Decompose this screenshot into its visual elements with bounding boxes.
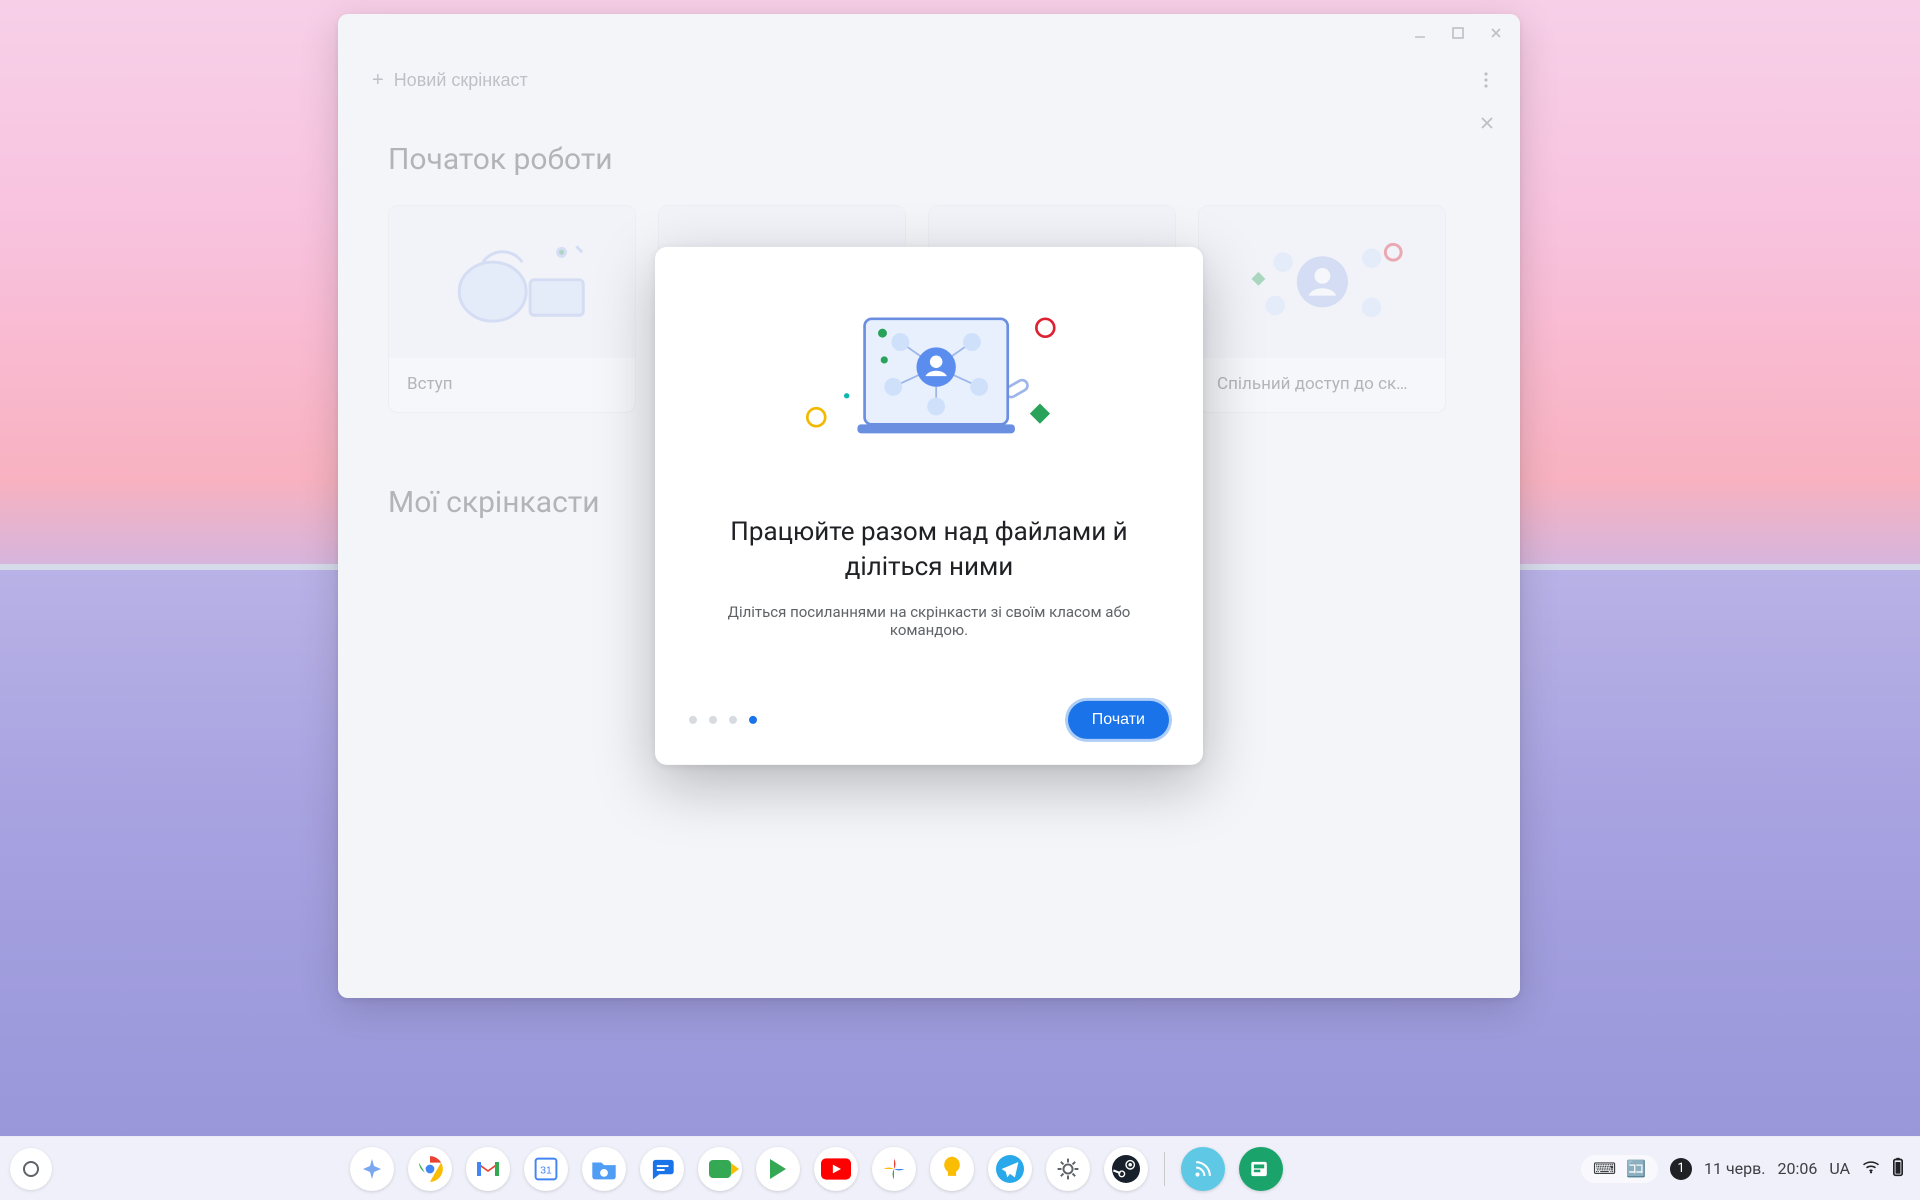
shelf-app-projector[interactable] <box>1239 1147 1283 1191</box>
shelf-app-youtube[interactable] <box>814 1147 858 1191</box>
ime-icon: 🈁 <box>1626 1161 1646 1177</box>
meet-icon <box>709 1160 731 1178</box>
shelf-time: 20:06 <box>1778 1159 1818 1178</box>
shelf-app-screencast[interactable] <box>1181 1147 1225 1191</box>
shelf-app-steam[interactable] <box>1104 1147 1148 1191</box>
onboarding-modal: Працюйте разом над файлами й діліться ни… <box>655 247 1203 765</box>
ime-pill[interactable]: ⌨ 🈁 <box>1581 1155 1658 1183</box>
shelf-divider <box>1164 1152 1165 1186</box>
shelf-app-calendar[interactable]: 31 <box>524 1147 568 1191</box>
shelf-app-assistant[interactable] <box>350 1147 394 1191</box>
shelf-app-keep[interactable] <box>930 1147 974 1191</box>
keyboard-icon: ⌨ <box>1593 1161 1616 1177</box>
shelf-app-files[interactable] <box>582 1147 626 1191</box>
svg-text:31: 31 <box>540 1165 552 1176</box>
shelf-app-chrome[interactable] <box>408 1147 452 1191</box>
modal-subtitle: Діліться посиланнями на скрінкасти зі св… <box>689 603 1169 639</box>
step-dot-active[interactable] <box>749 716 757 724</box>
shelf-app-gmail[interactable] <box>466 1147 510 1191</box>
notification-count-badge[interactable]: 1 <box>1670 1158 1692 1180</box>
play-store-icon <box>770 1159 786 1179</box>
wifi-icon <box>1862 1160 1880 1177</box>
shelf-app-settings[interactable] <box>1046 1147 1090 1191</box>
modal-title: Працюйте разом над файлами й діліться ни… <box>689 515 1169 585</box>
shelf-locale: UA <box>1829 1159 1850 1178</box>
step-dot[interactable] <box>729 716 737 724</box>
modal-primary-button[interactable]: Почати <box>1068 701 1169 739</box>
step-dot[interactable] <box>709 716 717 724</box>
shelf-date: 11 черв. <box>1704 1159 1766 1178</box>
shelf-status-area[interactable]: ⌨ 🈁 1 11 черв. 20:06 UA <box>1581 1155 1910 1183</box>
shelf-app-photos[interactable] <box>872 1147 916 1191</box>
launcher-button[interactable] <box>10 1148 52 1190</box>
shelf-app-telegram[interactable] <box>988 1147 1032 1191</box>
shelf-app-messages[interactable] <box>640 1147 684 1191</box>
screencast-app-window: + Новий скрінкаст Початок роботи Вступ <box>338 14 1520 998</box>
shelf-app-play-store[interactable] <box>756 1147 800 1191</box>
launcher-icon <box>23 1161 39 1177</box>
shelf-apps: 31 <box>52 1147 1581 1191</box>
modal-illustration <box>689 281 1169 491</box>
modal-step-dots <box>689 716 757 724</box>
shelf: 31 <box>0 1136 1920 1200</box>
battery-icon <box>1892 1157 1904 1180</box>
shelf-app-meet[interactable] <box>698 1147 742 1191</box>
step-dot[interactable] <box>689 716 697 724</box>
